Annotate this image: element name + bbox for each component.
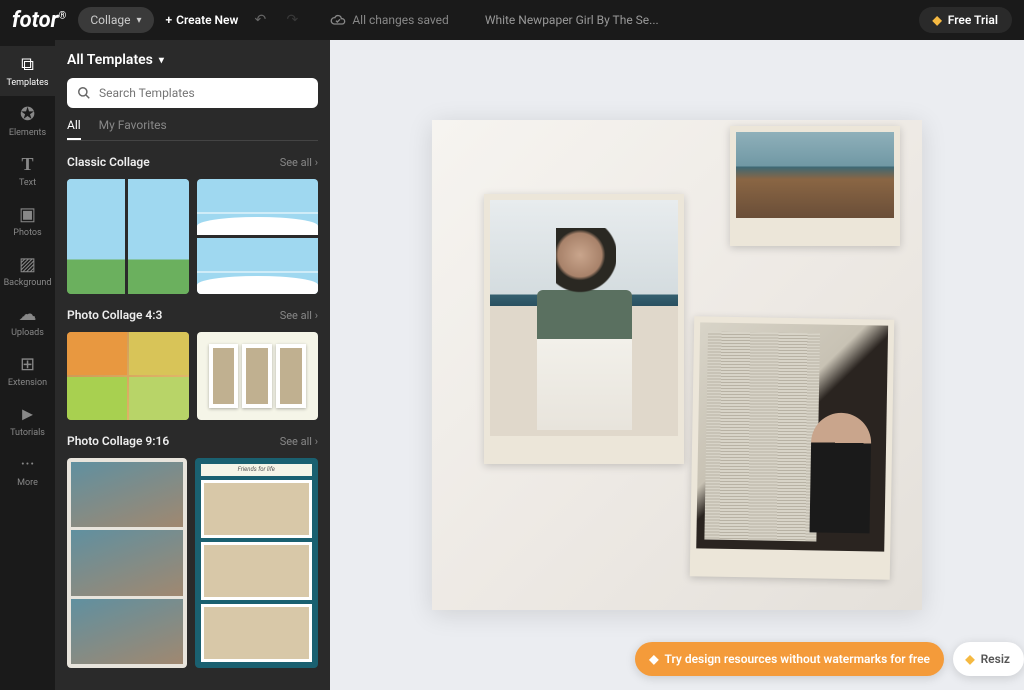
- template-thumb[interactable]: [67, 179, 189, 294]
- nav-extension[interactable]: ⊞Extension: [0, 346, 55, 396]
- chevron-right-icon: ›: [315, 435, 318, 448]
- undo-button[interactable]: ↶: [250, 12, 270, 28]
- panel-tabs: All My Favorites: [67, 118, 318, 141]
- tab-all[interactable]: All: [67, 118, 81, 140]
- templates-icon: ⧉: [21, 54, 34, 75]
- collage-photo-newspaper[interactable]: [690, 316, 895, 579]
- template-thumb[interactable]: [197, 179, 319, 294]
- photos-icon: ▣: [19, 204, 36, 225]
- section-photo-916: Photo Collage 9:16 See all ›: [67, 434, 318, 448]
- template-thumb[interactable]: Friends for life: [195, 458, 319, 668]
- resize-button[interactable]: ◆ Resiz: [953, 642, 1024, 676]
- artboard[interactable]: [432, 120, 922, 610]
- nav-photos[interactable]: ▣Photos: [0, 196, 55, 246]
- see-all-classic[interactable]: See all ›: [280, 156, 318, 169]
- canvas-area[interactable]: ◆ Try design resources without watermark…: [330, 40, 1024, 690]
- mode-dropdown[interactable]: Collage ▾: [78, 7, 153, 33]
- search-input[interactable]: [99, 86, 308, 100]
- nav-uploads[interactable]: ☁Uploads: [0, 296, 55, 346]
- nav-text[interactable]: TText: [0, 146, 55, 196]
- chevron-down-icon: ▾: [136, 15, 141, 26]
- section-photo-43: Photo Collage 4:3 See all ›: [67, 308, 318, 322]
- chevron-right-icon: ›: [315, 156, 318, 169]
- tab-favorites[interactable]: My Favorites: [99, 118, 167, 140]
- create-new-button[interactable]: + Create New: [166, 13, 239, 27]
- elements-icon: ✪: [20, 104, 35, 125]
- search-icon: [77, 86, 91, 100]
- plus-icon: +: [166, 13, 173, 27]
- nav-background[interactable]: ▨Background: [0, 246, 55, 296]
- diamond-icon: ◆: [933, 13, 942, 27]
- diamond-icon: ◆: [965, 652, 974, 666]
- redo-button[interactable]: ↷: [282, 12, 302, 28]
- cloud-check-icon: [330, 12, 346, 28]
- free-trial-button[interactable]: ◆ Free Trial: [919, 7, 1012, 33]
- text-icon: T: [21, 154, 33, 175]
- template-thumb[interactable]: [197, 332, 319, 420]
- see-all-43[interactable]: See all ›: [280, 309, 318, 322]
- promo-button[interactable]: ◆ Try design resources without watermark…: [635, 642, 944, 676]
- collage-photo-coast[interactable]: [730, 126, 900, 246]
- collage-photo-girl[interactable]: [484, 194, 684, 464]
- template-thumb[interactable]: [67, 332, 189, 420]
- more-icon: ···: [20, 454, 34, 475]
- nav-more[interactable]: ···More: [0, 446, 55, 496]
- see-all-916[interactable]: See all ›: [280, 435, 318, 448]
- section-classic-collage: Classic Collage See all ›: [67, 155, 318, 169]
- chevron-down-icon: ▾: [159, 55, 164, 66]
- save-status: All changes saved: [330, 12, 448, 28]
- top-bar: fotor® Collage ▾ + Create New ↶ ↷ All ch…: [0, 0, 1024, 40]
- tutorials-icon: ►: [19, 404, 37, 425]
- panel-title-dropdown[interactable]: All Templates ▾: [67, 52, 318, 68]
- logo: fotor®: [12, 7, 66, 33]
- nav-rail: ⧉Templates ✪Elements TText ▣Photos ▨Back…: [0, 40, 55, 690]
- template-thumb[interactable]: [67, 458, 187, 668]
- background-icon: ▨: [19, 254, 36, 275]
- nav-elements[interactable]: ✪Elements: [0, 96, 55, 146]
- nav-tutorials[interactable]: ►Tutorials: [0, 396, 55, 446]
- chevron-right-icon: ›: [315, 309, 318, 322]
- nav-templates[interactable]: ⧉Templates: [0, 46, 55, 96]
- diamond-icon: ◆: [649, 652, 658, 666]
- search-box[interactable]: [67, 78, 318, 108]
- uploads-icon: ☁: [19, 304, 37, 325]
- extension-icon: ⊞: [20, 354, 35, 375]
- templates-panel: All Templates ▾ All My Favorites Classic…: [55, 40, 330, 690]
- document-title[interactable]: White Newpaper Girl By The Se...: [485, 13, 659, 27]
